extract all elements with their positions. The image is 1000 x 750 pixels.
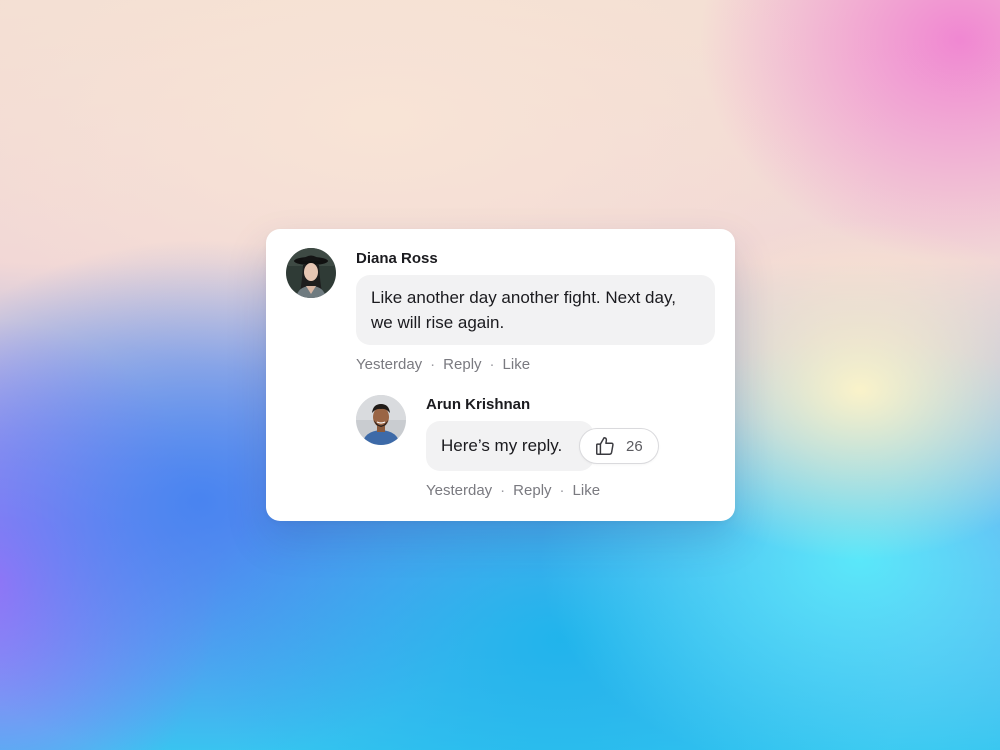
reaction-like-chip[interactable]: 26 — [579, 428, 659, 464]
separator-dot: · — [489, 356, 495, 373]
avatar-diana-ross[interactable] — [286, 248, 336, 298]
user-avatar-photo-icon — [356, 395, 406, 445]
reply-timestamp: Yesterday — [426, 482, 493, 499]
separator-dot: · — [430, 356, 436, 373]
comment-card: Diana Ross Like another day another figh… — [266, 229, 735, 521]
comment-text: Like another day another fight. Next day… — [371, 288, 676, 332]
comment-author-name[interactable]: Diana Ross — [356, 250, 438, 267]
avatar-arun-krishnan[interactable] — [356, 395, 406, 445]
reply-button[interactable]: Reply — [443, 356, 481, 373]
user-avatar-photo-icon — [286, 248, 336, 298]
comment-actions: Yesterday · Reply · Like — [356, 356, 530, 373]
like-button[interactable]: Like — [573, 482, 601, 499]
separator-dot: · — [500, 482, 506, 499]
comment-bubble: Like another day another fight. Next day… — [356, 275, 715, 345]
thumbs-up-icon — [596, 437, 614, 455]
reaction-count: 26 — [626, 437, 643, 455]
reply-author-name[interactable]: Arun Krishnan — [426, 396, 530, 413]
reply-actions: Yesterday · Reply · Like — [426, 482, 600, 499]
reply-bubble: Here’s my reply. — [426, 421, 594, 471]
like-button[interactable]: Like — [503, 356, 531, 373]
reply-button[interactable]: Reply — [513, 482, 551, 499]
separator-dot: · — [559, 482, 565, 499]
reply-text: Here’s my reply. — [441, 436, 563, 455]
comment-timestamp: Yesterday — [356, 356, 423, 373]
